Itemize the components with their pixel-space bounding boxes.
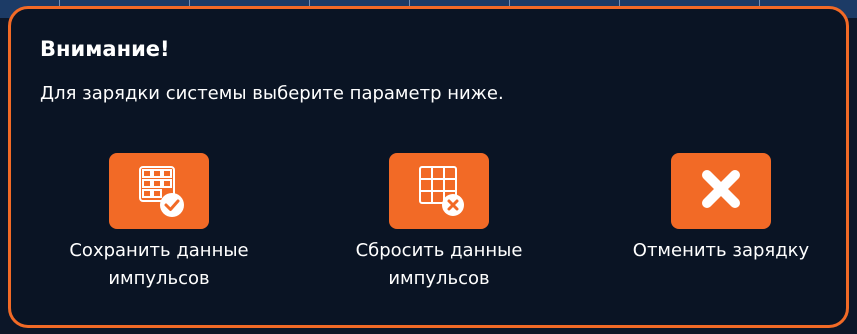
grid-x-icon xyxy=(419,166,464,216)
cancel-charge-option[interactable]: Отменить зарядку xyxy=(601,153,841,265)
dialog-message: Для зарядки системы выберите параметр ни… xyxy=(40,83,504,104)
cancel-charge-button[interactable] xyxy=(671,153,771,229)
reset-pulse-data-label: Сбросить данные импульсов xyxy=(355,240,523,289)
charge-options-dialog: Внимание! Для зарядки системы выберите п… xyxy=(8,6,849,328)
reset-pulse-data-option[interactable]: Сбросить данные импульсов xyxy=(319,153,559,293)
reset-pulse-data-button[interactable] xyxy=(389,153,489,229)
dialog-title: Внимание! xyxy=(40,37,170,61)
save-pulse-data-option[interactable]: Сохранить данные импульсов xyxy=(39,153,279,293)
cancel-charge-label: Отменить зарядку xyxy=(632,240,810,261)
save-pulse-data-button[interactable] xyxy=(109,153,209,229)
grid-check-icon xyxy=(139,166,184,217)
close-icon xyxy=(702,170,740,208)
save-pulse-data-label: Сохранить данные импульсов xyxy=(69,240,249,289)
